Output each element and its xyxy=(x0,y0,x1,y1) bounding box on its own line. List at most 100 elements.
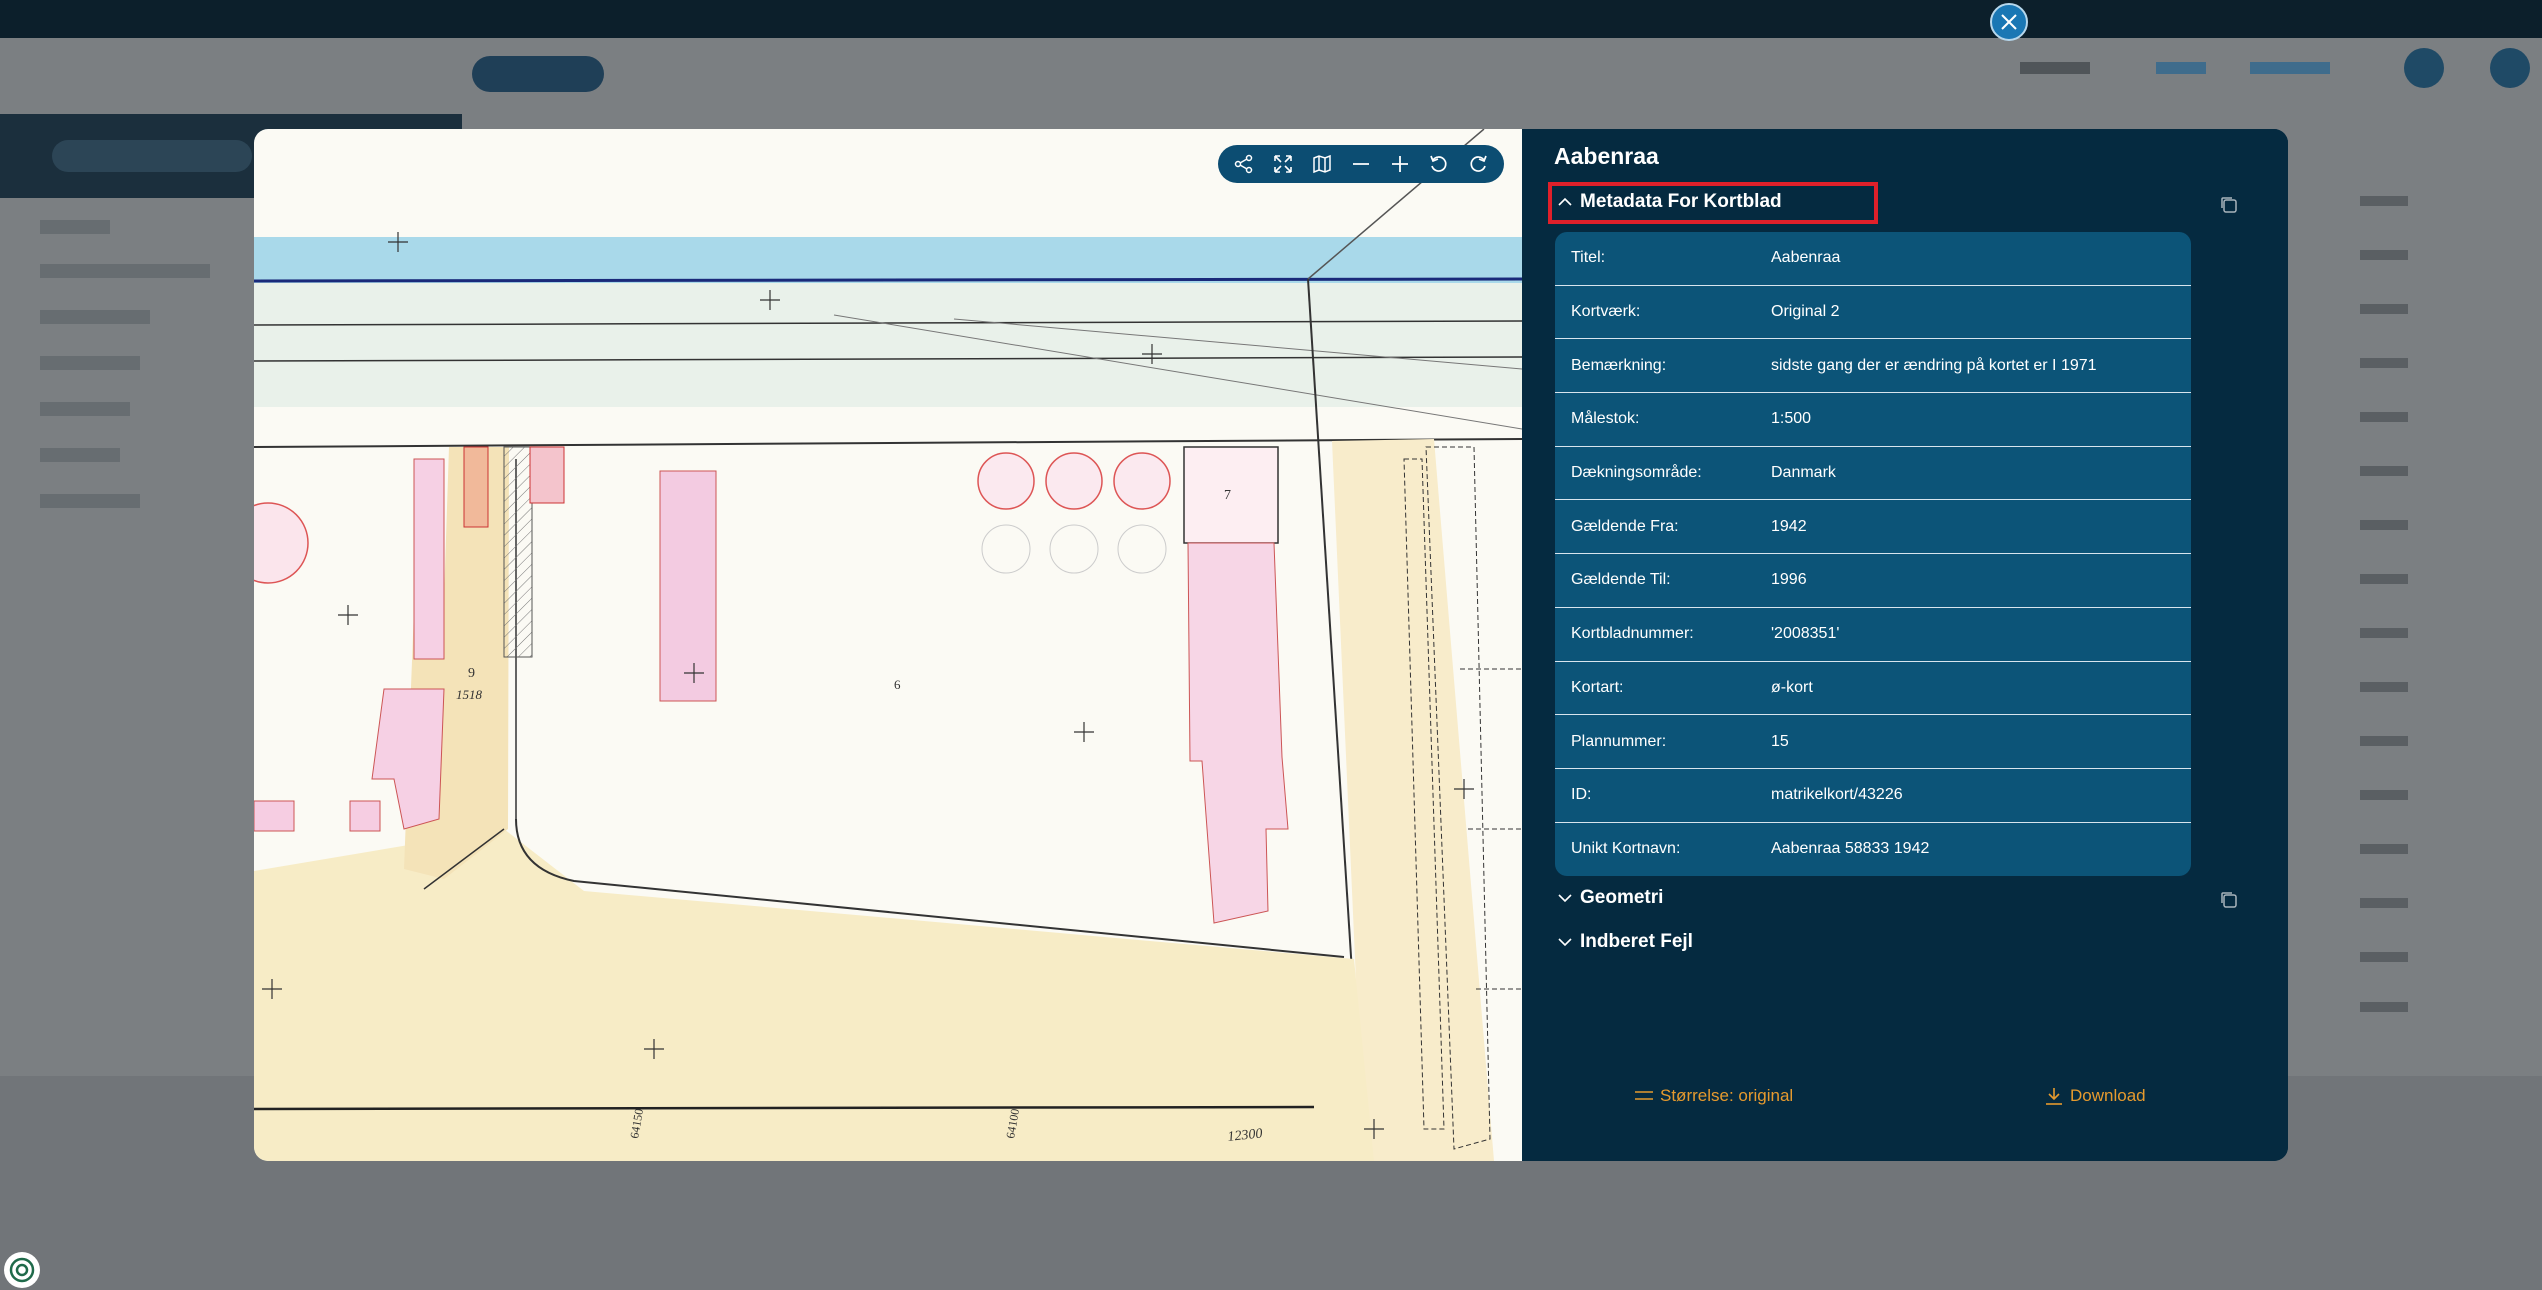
table-row: Målestok: 1:500 xyxy=(1555,393,2191,447)
download-label: Download xyxy=(2070,1086,2146,1105)
map-label-9: 9 xyxy=(468,666,475,681)
table-row: Titel: Aabenraa xyxy=(1555,232,2191,286)
download-button[interactable]: Download xyxy=(2044,1086,2146,1106)
map-image[interactable]: 9 1518 6 7 12300 64100 64150 xyxy=(254,129,1522,1161)
background-sidebar-item xyxy=(40,264,210,278)
metadata-key: Gældende Til: xyxy=(1571,571,1671,589)
background-sidebar-item xyxy=(40,220,110,234)
metadata-value: sidste gang der er ændring på kortet er … xyxy=(1771,356,2097,374)
share-icon[interactable] xyxy=(1228,148,1260,180)
background-avatar xyxy=(2490,48,2530,88)
background-header-text xyxy=(2020,62,2090,74)
chevron-down-icon xyxy=(1558,894,1572,903)
metadata-value: Original 2 xyxy=(1771,303,1840,321)
metadata-value: '2008351' xyxy=(1771,625,1840,643)
background-cell xyxy=(2360,682,2408,692)
table-row: Kortart: ø-kort xyxy=(1555,662,2191,716)
map-label-7: 7 xyxy=(1224,488,1231,503)
zoom-out-icon[interactable] xyxy=(1345,148,1377,180)
background-cell xyxy=(2360,736,2408,746)
zoom-in-icon[interactable] xyxy=(1384,148,1416,180)
metadata-key: Unikt Kortnavn: xyxy=(1571,840,1681,858)
background-cell xyxy=(2360,952,2408,962)
metadata-value: 1:500 xyxy=(1771,410,1812,428)
panel-title: Aabenraa xyxy=(1554,143,1659,169)
background-cell xyxy=(2360,250,2408,260)
metadata-key: Kortbladnummer: xyxy=(1571,625,1694,643)
metadata-key: Plannummer: xyxy=(1571,732,1667,750)
metadata-key: Dækningsområde: xyxy=(1571,464,1702,482)
table-row: Gældende Til: 1996 xyxy=(1555,554,2191,608)
map-label-6: 6 xyxy=(894,677,901,692)
background-header-link xyxy=(2156,62,2206,74)
rotate-right-icon[interactable] xyxy=(1462,148,1494,180)
metadata-value: 1996 xyxy=(1771,571,1807,589)
copy-icon[interactable] xyxy=(2218,889,2240,911)
size-button[interactable]: Størrelse: original xyxy=(1634,1086,1793,1106)
background-cell xyxy=(2360,574,2408,584)
map-icon[interactable] xyxy=(1306,148,1338,180)
chevron-up-icon xyxy=(1558,197,1572,206)
top-bar xyxy=(0,0,2542,38)
background-cell xyxy=(2360,844,2408,854)
background-sidebar-item xyxy=(40,494,140,508)
background-cell xyxy=(2360,196,2408,206)
section-errors-label: Indberet Fejl xyxy=(1580,931,1693,952)
background-cell xyxy=(2360,628,2408,638)
section-geometry-toggle[interactable]: Geometri xyxy=(1556,887,1663,909)
metadata-key: Bemærkning: xyxy=(1571,356,1667,374)
section-metadata-label: Metadata For Kortblad xyxy=(1580,191,1782,212)
metadata-key: Titel: xyxy=(1571,249,1606,267)
download-icon xyxy=(2046,1088,2062,1105)
metadata-value: 15 xyxy=(1771,732,1789,750)
table-row: Unikt Kortnavn: Aabenraa 58833 1942 xyxy=(1555,823,2191,876)
background-search xyxy=(52,140,252,172)
copy-icon[interactable] xyxy=(2218,194,2240,216)
map-toolbar xyxy=(1218,145,1504,183)
background-cell xyxy=(2360,358,2408,368)
table-row: Dækningsområde: Danmark xyxy=(1555,447,2191,501)
close-button[interactable] xyxy=(1990,3,2028,41)
background-cell xyxy=(2360,466,2408,476)
chevron-down-icon xyxy=(1558,938,1572,947)
metadata-key: ID: xyxy=(1571,786,1592,804)
metadata-table: Titel: Aabenraa Kortværk: Original 2 Bemær… xyxy=(1555,232,2191,876)
table-row: Kortbladnummer: '2008351' xyxy=(1555,608,2191,662)
metadata-value: ø-kort xyxy=(1771,678,1813,696)
background-cell xyxy=(2360,790,2408,800)
background-cell xyxy=(2360,412,2408,422)
cadastral-map-drawing: 9 1518 6 7 12300 64100 64150 xyxy=(254,129,1522,1161)
table-row: Gældende Fra: 1942 xyxy=(1555,500,2191,555)
section-geometry-label: Geometri xyxy=(1580,887,1664,908)
table-row: Bemærkning: sidste gang der er ændring på… xyxy=(1555,339,2191,394)
metadata-value: 1942 xyxy=(1771,517,1807,535)
section-errors-toggle[interactable]: Indberet Fejl xyxy=(1556,931,1693,953)
rotate-left-icon[interactable] xyxy=(1423,148,1455,180)
background-sidebar-item xyxy=(40,356,140,370)
background-header-link xyxy=(2250,62,2330,74)
metadata-value: Danmark xyxy=(1771,464,1836,482)
background-sidebar-item xyxy=(40,310,150,324)
table-row: Kortværk: Original 2 xyxy=(1555,286,2191,340)
metadata-key: Målestok: xyxy=(1571,410,1640,428)
background-sidebar-item xyxy=(40,448,120,462)
metadata-value: matrikelkort/43226 xyxy=(1771,786,1903,804)
table-row: ID: matrikelkort/43226 xyxy=(1555,769,2191,823)
table-row: Plannummer: 15 xyxy=(1555,715,2191,769)
lines-icon xyxy=(1635,1091,1653,1100)
accessibility-logo-icon[interactable] xyxy=(4,1252,40,1288)
background-cell xyxy=(2360,520,2408,530)
fullscreen-icon[interactable] xyxy=(1267,148,1299,180)
metadata-value: Aabenraa 58833 1942 xyxy=(1771,840,1930,858)
background-cell xyxy=(2360,304,2408,314)
size-label: Størrelse: original xyxy=(1660,1086,1794,1105)
background-pill-button xyxy=(472,56,604,92)
close-icon xyxy=(2001,14,2017,30)
metadata-key: Kortart: xyxy=(1571,678,1624,696)
background-cell xyxy=(2360,1002,2408,1012)
map-label-1518: 1518 xyxy=(456,687,483,702)
background-cell xyxy=(2360,898,2408,908)
background-sidebar-item xyxy=(40,402,130,416)
section-metadata-toggle[interactable]: Metadata For Kortblad xyxy=(1556,191,1782,213)
metadata-key: Kortværk: xyxy=(1571,303,1641,321)
